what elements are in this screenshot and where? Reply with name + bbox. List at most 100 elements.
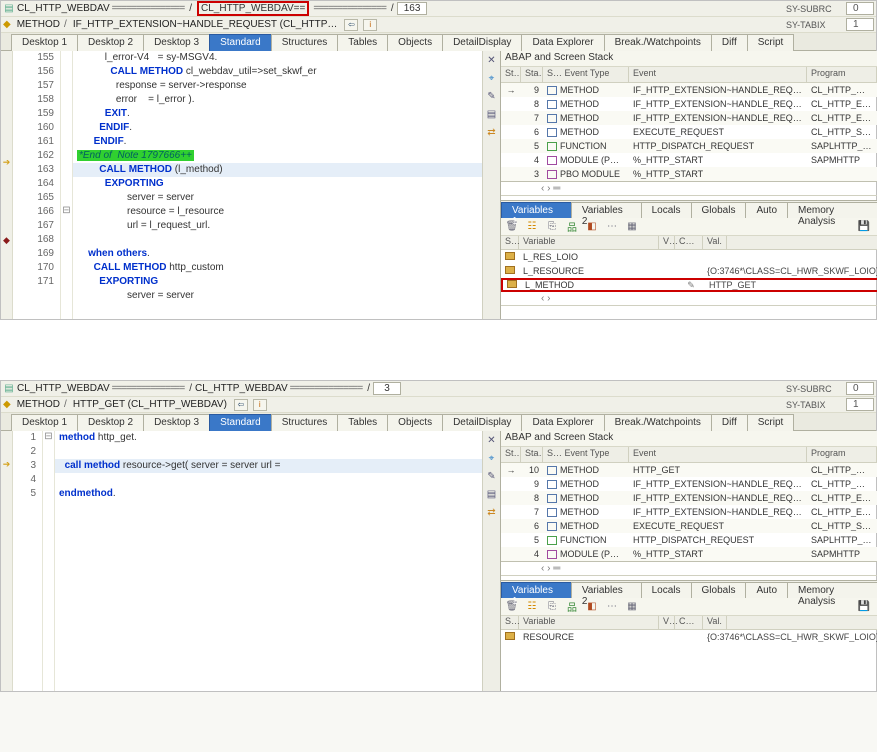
vartab-variables-1[interactable]: Variables 1 [501, 202, 572, 218]
stack-row[interactable]: 6METHODEXECUTE_REQUESTCL_HTTP_SER [501, 125, 877, 139]
nav-back-button[interactable]: ⇦ [344, 19, 358, 31]
call-stack[interactable]: →10METHODHTTP_GETCL_HTTP_WEBDAV===9METHO… [501, 463, 877, 562]
tab-desktop-2[interactable]: Desktop 2 [77, 414, 144, 431]
nav-back-button[interactable]: ⇦ [234, 399, 248, 411]
swap-icon[interactable]: ⇄ [485, 125, 499, 139]
close-icon[interactable]: ✕ [485, 433, 499, 447]
code-side-toolbar: ✕ ⌖ ✎ ▤ ⇄ [482, 51, 500, 319]
breadcrumb-row-2: ◆ METHOD / IF_HTTP_EXTENSION~HANDLE_REQU… [1, 17, 876, 33]
doc-icon[interactable]: ▤ [485, 107, 499, 121]
stack-row[interactable]: 4MODULE (PBO)%_HTTP_STARTSAPMHTTP [501, 153, 877, 167]
call-stack[interactable]: →9METHODIF_HTTP_EXTENSION~HANDLE_REQUEST… [501, 83, 877, 182]
tab-diff[interactable]: Diff [711, 34, 748, 51]
info-button[interactable]: i [253, 399, 267, 411]
tab-break-watchpoints[interactable]: Break./Watchpoints [604, 34, 712, 51]
edit-icon[interactable]: ✎ [485, 469, 499, 483]
breakpoint-gutter[interactable]: ➔ [1, 431, 13, 691]
tab-standard[interactable]: Standard [209, 34, 272, 51]
stack-row[interactable]: 8METHODIF_HTTP_EXTENSION~HANDLE_REQUESTC… [501, 97, 877, 111]
vartab-auto[interactable]: Auto [745, 582, 788, 598]
stack-row[interactable]: 8METHODIF_HTTP_EXTENSION~HANDLE_REQUESTC… [501, 491, 877, 505]
tab-detaildisplay[interactable]: DetailDisplay [442, 414, 522, 431]
hier-icon[interactable]: 品 [565, 220, 579, 234]
vartab-globals[interactable]: Globals [691, 582, 747, 598]
stack-row[interactable]: 5FUNCTIONHTTP_DISPATCH_REQUESTSAPLHTTP_R… [501, 533, 877, 547]
code-panel: ➔ 12345 ⊟ method http_get. call method r… [1, 431, 501, 691]
variable-row[interactable]: L_RESOURCE{O:3746*\CLASS=CL_HWR_SKWF_LOI… [501, 264, 877, 278]
breadcrumb-row-1: ▤ CL_HTTP_WEBDAV =============== / CL_HT… [1, 1, 876, 17]
variable-row[interactable]: L_RES_LOIO [501, 250, 877, 264]
tab-objects[interactable]: Objects [387, 414, 443, 431]
tab-tables[interactable]: Tables [337, 414, 388, 431]
tab-structures[interactable]: Structures [271, 414, 339, 431]
variables-grid[interactable]: RESOURCE{O:3746*\CLASS=CL_HWR_SKWF_LOIO} [501, 630, 877, 644]
stack-row[interactable]: 9METHODIF_HTTP_EXTENSION~HANDLE_REQUESTC… [501, 477, 877, 491]
variables-grid[interactable]: L_RES_LOIOL_RESOURCE{O:3746*\CLASS=CL_HW… [501, 250, 877, 292]
vartab-auto[interactable]: Auto [745, 202, 788, 218]
tab-structures[interactable]: Structures [271, 34, 339, 51]
stack-row[interactable]: 5FUNCTIONHTTP_DISPATCH_REQUESTSAPLHTTP_R… [501, 139, 877, 153]
right-panel: ABAP and Screen Stack St…Sta…S… Event Ty… [501, 431, 877, 691]
more-icon[interactable]: ⋯ [605, 600, 619, 614]
table-icon[interactable]: ▦ [625, 220, 639, 234]
stack-row[interactable]: →10METHODHTTP_GETCL_HTTP_WEBDAV=== [501, 463, 877, 477]
stack-nav[interactable]: ‹ › ═ [501, 562, 877, 576]
vartab-globals[interactable]: Globals [691, 202, 747, 218]
vartab-locals[interactable]: Locals [641, 582, 692, 598]
tab-desktop-1[interactable]: Desktop 1 [11, 414, 78, 431]
stack-row[interactable]: 4MODULE (PBO)%_HTTP_STARTSAPMHTTP [501, 547, 877, 561]
tab-desktop-2[interactable]: Desktop 2 [77, 34, 144, 51]
info-button[interactable]: i [363, 19, 377, 31]
tab-objects[interactable]: Objects [387, 34, 443, 51]
copy-icon[interactable]: ⎘ [545, 220, 559, 234]
tab-data-explorer[interactable]: Data Explorer [521, 34, 604, 51]
tab-data-explorer[interactable]: Data Explorer [521, 414, 604, 431]
stack-row[interactable]: 6METHODEXECUTE_REQUESTCL_HTTP_SERVER=== [501, 519, 877, 533]
save-icon[interactable]: 💾 [857, 220, 871, 234]
vartab-locals[interactable]: Locals [641, 202, 692, 218]
stack-row[interactable]: 7METHODIF_HTTP_EXTENSION~HANDLE_REQUESTC… [501, 505, 877, 519]
doc-icon[interactable]: ▤ [485, 487, 499, 501]
table-icon[interactable]: ▦ [625, 600, 639, 614]
tab-script[interactable]: Script [747, 414, 795, 431]
tab-script[interactable]: Script [747, 34, 795, 51]
tab-standard[interactable]: Standard [209, 414, 272, 431]
hier-icon[interactable]: 品 [565, 600, 579, 614]
variable-row[interactable]: RESOURCE{O:3746*\CLASS=CL_HWR_SKWF_LOIO} [501, 630, 877, 644]
tab-break-watchpoints[interactable]: Break./Watchpoints [604, 414, 712, 431]
vars-nav[interactable]: ‹ › [501, 292, 877, 306]
stack-nav[interactable]: ‹ › ═ [501, 182, 877, 196]
right-panel: ABAP and Screen Stack St…Sta…S… Event Ty… [501, 51, 877, 319]
swap-icon[interactable]: ⇄ [485, 505, 499, 519]
breakpoint-gutter[interactable]: ➔◆ [1, 51, 13, 319]
copy-icon[interactable]: ⎘ [545, 600, 559, 614]
tab-desktop-3[interactable]: Desktop 3 [143, 414, 210, 431]
vartab-memory-analysis[interactable]: Memory Analysis [787, 582, 877, 598]
stack-row[interactable]: →9METHODIF_HTTP_EXTENSION~HANDLE_REQUEST… [501, 83, 877, 97]
save-icon[interactable]: 💾 [857, 600, 871, 614]
vartab-variables-2[interactable]: Variables 2 [571, 582, 642, 598]
vartab-variables-1[interactable]: Variables 1 [501, 582, 572, 598]
line-number-field[interactable]: 3 [373, 382, 401, 395]
tree-icon[interactable]: ☷ [525, 220, 539, 234]
tree-icon[interactable]: ☷ [525, 600, 539, 614]
code-body[interactable]: method http_get. call method resource->g… [55, 431, 500, 691]
vartab-variables-2[interactable]: Variables 2 [571, 202, 642, 218]
more-icon[interactable]: ⋯ [605, 220, 619, 234]
tab-desktop-1[interactable]: Desktop 1 [11, 34, 78, 51]
code-body[interactable]: l_error-V4 = sy-MSGV4. CALL METHOD cl_we… [73, 51, 500, 319]
scope-icon[interactable]: ⌖ [485, 71, 499, 85]
edit-icon[interactable]: ✎ [485, 89, 499, 103]
stack-row[interactable]: 7METHODIF_HTTP_EXTENSION~HANDLE_REQUESTC… [501, 111, 877, 125]
variable-row[interactable]: L_METHOD✎HTTP_GET [501, 278, 877, 292]
scope-icon[interactable]: ⌖ [485, 451, 499, 465]
close-icon[interactable]: ✕ [485, 53, 499, 67]
vartab-memory-analysis[interactable]: Memory Analysis [787, 202, 877, 218]
stack-row[interactable]: 3PBO MODULE%_HTTP_START [501, 167, 877, 181]
line-number-field[interactable]: 163 [397, 2, 428, 15]
tab-detaildisplay[interactable]: DetailDisplay [442, 34, 522, 51]
tab-tables[interactable]: Tables [337, 34, 388, 51]
tab-desktop-3[interactable]: Desktop 3 [143, 34, 210, 51]
variable-tabs: Variables 1Variables 2LocalsGlobalsAutoM… [501, 580, 877, 598]
tab-diff[interactable]: Diff [711, 414, 748, 431]
